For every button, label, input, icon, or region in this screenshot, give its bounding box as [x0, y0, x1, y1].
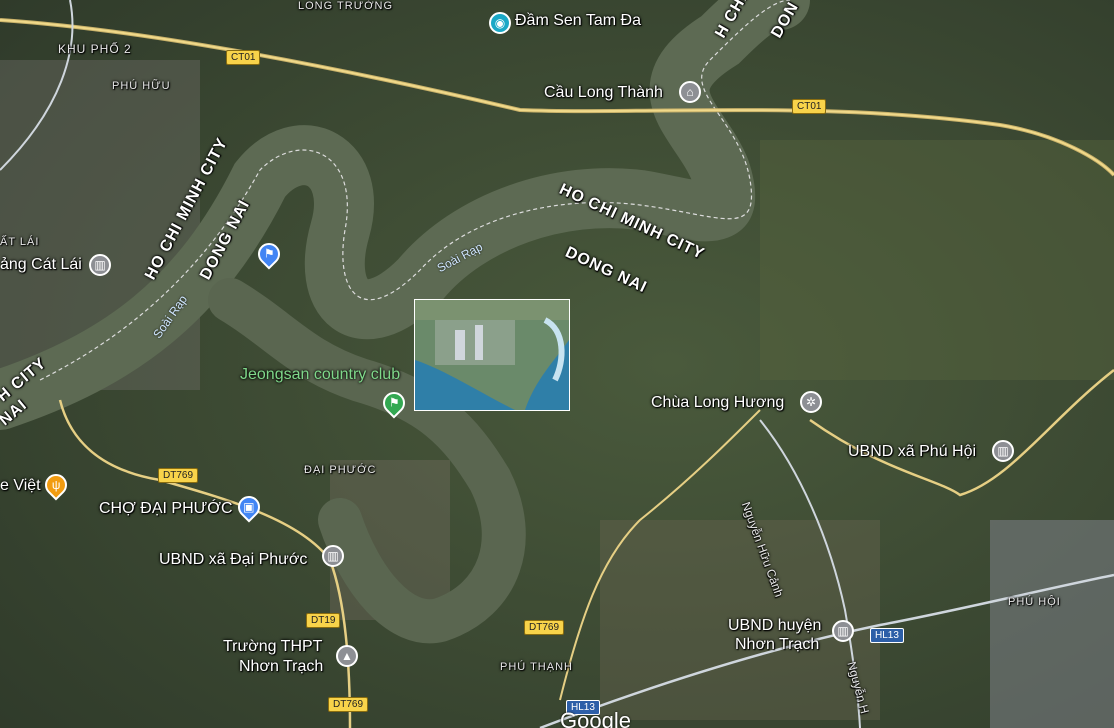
school-icon[interactable]: ▲	[336, 645, 358, 667]
road-shield-dt19: DT19	[306, 613, 341, 628]
bridge-icon[interactable]: ⌂	[679, 81, 701, 103]
government-icon[interactable]: ▥	[832, 620, 854, 642]
area-label-phu-thanh: PHÚ THẠNH	[500, 661, 573, 673]
google-logo: Google	[560, 708, 631, 728]
road-shield-dt769: DT769	[328, 697, 369, 712]
place-label-ubnd-phu-hoi[interactable]: UBND xã Phú Hội	[848, 443, 976, 461]
government-icon[interactable]: ▥	[322, 545, 344, 567]
place-label-cau-long-thanh[interactable]: Cầu Long Thành	[544, 84, 663, 102]
aerial-photo-image	[415, 300, 569, 410]
place-label-truong-thpt-line1[interactable]: Trường THPT	[223, 638, 322, 656]
place-label-restaurant[interactable]: e Việt	[0, 477, 41, 495]
government-icon[interactable]: ▥	[992, 440, 1014, 462]
place-label-ubnd-nhon-trach-line2[interactable]: Nhơn Trạch	[735, 636, 819, 654]
area-label-long-truong: LONG TRƯỜNG	[298, 0, 394, 12]
area-label-phu-hoi: PHÚ HỘI	[1008, 596, 1061, 608]
road-shield-ct01: CT01	[792, 99, 827, 114]
satellite-map[interactable]: LONG TRƯỜNG KHU PHỐ 2 PHÚ HỮU ĐẠI PHƯỚC …	[0, 0, 1114, 728]
place-label-jeongsan-country-club[interactable]: Jeongsan country club	[240, 366, 400, 384]
government-icon[interactable]: ▥	[89, 254, 111, 276]
area-label-cat-lai: ẤT LÁI	[0, 236, 40, 248]
road-shield-hl13: HL13	[870, 628, 904, 643]
place-label-truong-thpt-line2[interactable]: Nhơn Trạch	[239, 658, 323, 676]
place-label-chua-long-huong[interactable]: Chùa Long Hương	[651, 394, 784, 412]
place-label-cho-dai-phuoc[interactable]: CHỢ ĐẠI PHƯỚC	[99, 500, 233, 518]
area-label-dai-phuoc: ĐẠI PHƯỚC	[304, 464, 377, 476]
place-label-cang-cat-lai[interactable]: ảng Cát Lái	[0, 256, 82, 274]
place-label-dam-sen-tam-da[interactable]: Đầm Sen Tam Đa	[515, 12, 641, 30]
place-label-ubnd-nhon-trach-line1[interactable]: UBND huyện	[728, 617, 821, 635]
camera-icon[interactable]: ◉	[489, 12, 511, 34]
area-label-phu-huu: PHÚ HỮU	[112, 80, 171, 92]
temple-icon[interactable]: ✲	[800, 391, 822, 413]
road-shield-dt769: DT769	[524, 620, 565, 635]
road-shield-dt769: DT769	[158, 468, 199, 483]
place-label-ubnd-dai-phuoc[interactable]: UBND xã Đại Phước	[159, 551, 307, 569]
road-shield-ct01: CT01	[226, 50, 261, 65]
place-photo-thumbnail[interactable]	[414, 299, 570, 411]
area-label-khu-pho-2: KHU PHỐ 2	[58, 42, 132, 56]
